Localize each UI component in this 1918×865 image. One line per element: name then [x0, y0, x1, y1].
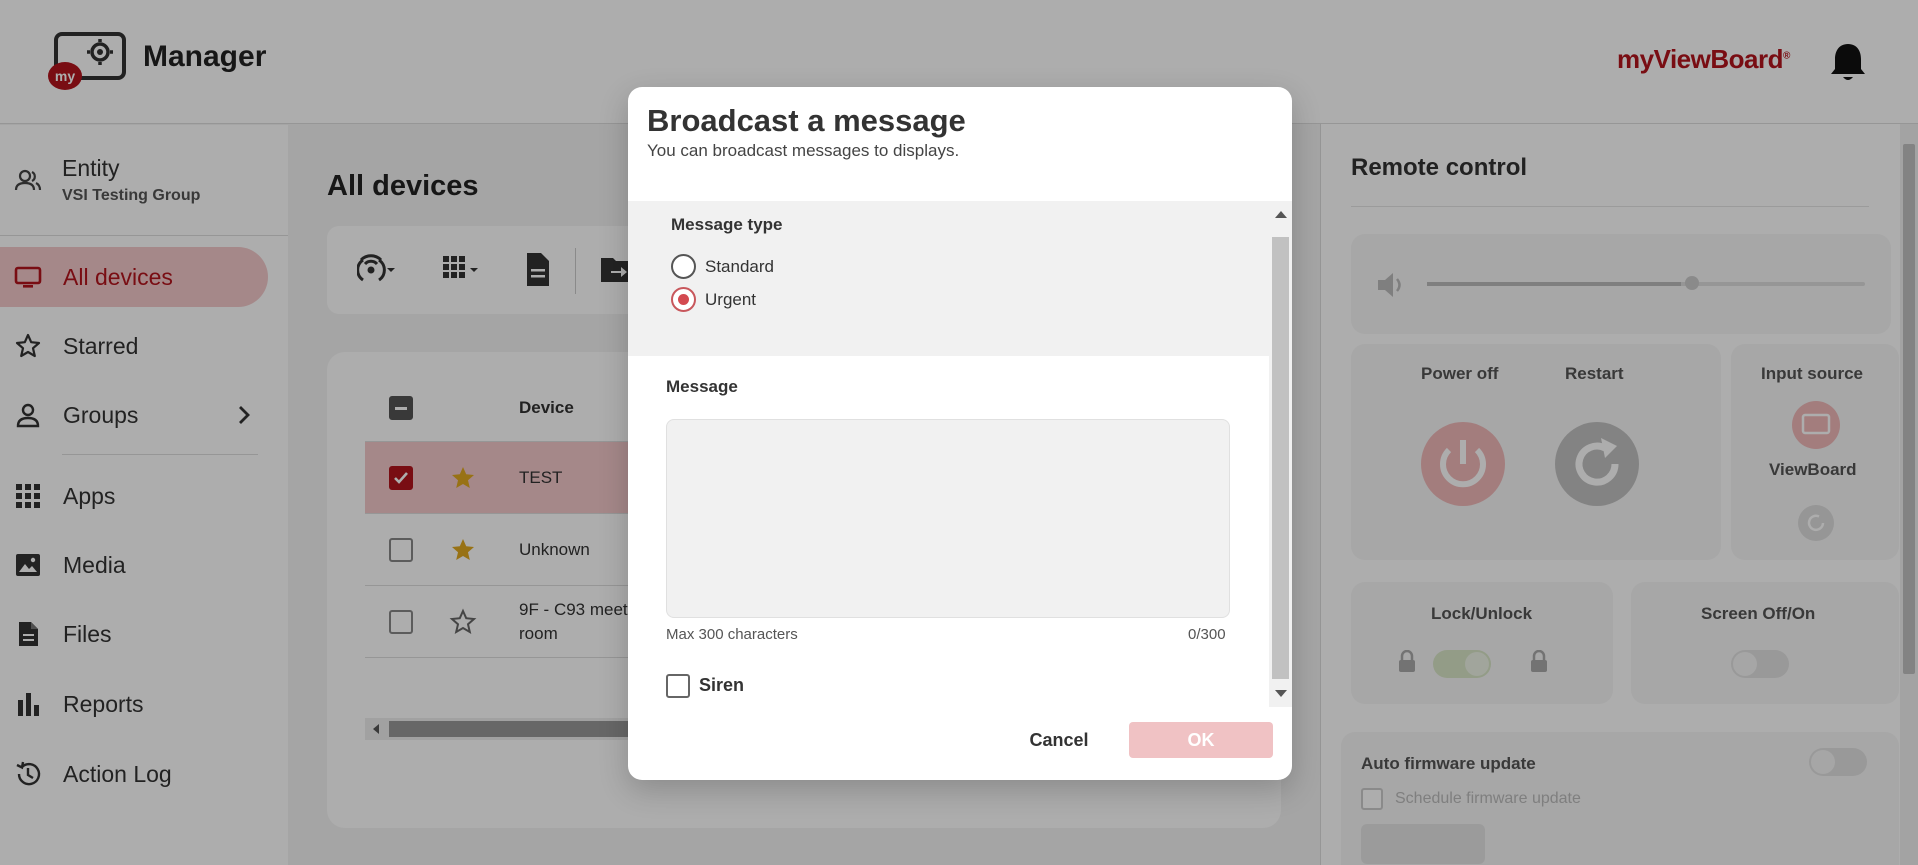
- dialog-body: Message type Standard Urgent Message Max…: [628, 201, 1292, 707]
- radio-urgent-label[interactable]: Urgent: [705, 290, 756, 310]
- message-type-label: Message type: [671, 215, 783, 234]
- ok-button[interactable]: OK: [1129, 722, 1273, 758]
- siren-label[interactable]: Siren: [699, 675, 744, 696]
- dialog-subtitle: You can broadcast messages to displays.: [647, 141, 960, 160]
- dialog-scrollbar[interactable]: [1269, 201, 1292, 707]
- max-characters-hint: Max 300 characters: [666, 626, 798, 643]
- scrollbar-thumb[interactable]: [1272, 237, 1289, 679]
- dialog-title: Broadcast a message: [647, 103, 966, 138]
- message-type-section: Message type Standard Urgent: [628, 201, 1269, 356]
- scroll-down-icon[interactable]: [1275, 690, 1287, 697]
- message-input[interactable]: [666, 419, 1230, 618]
- broadcast-dialog: Broadcast a message You can broadcast me…: [628, 87, 1292, 780]
- radio-standard[interactable]: [671, 254, 696, 279]
- cancel-button[interactable]: Cancel: [997, 722, 1121, 758]
- siren-checkbox[interactable]: [666, 674, 690, 698]
- message-label: Message: [666, 377, 738, 396]
- scroll-up-icon[interactable]: [1275, 211, 1287, 218]
- radio-standard-label[interactable]: Standard: [705, 257, 774, 277]
- character-counter: 0/300: [1188, 626, 1226, 643]
- radio-urgent[interactable]: [671, 287, 696, 312]
